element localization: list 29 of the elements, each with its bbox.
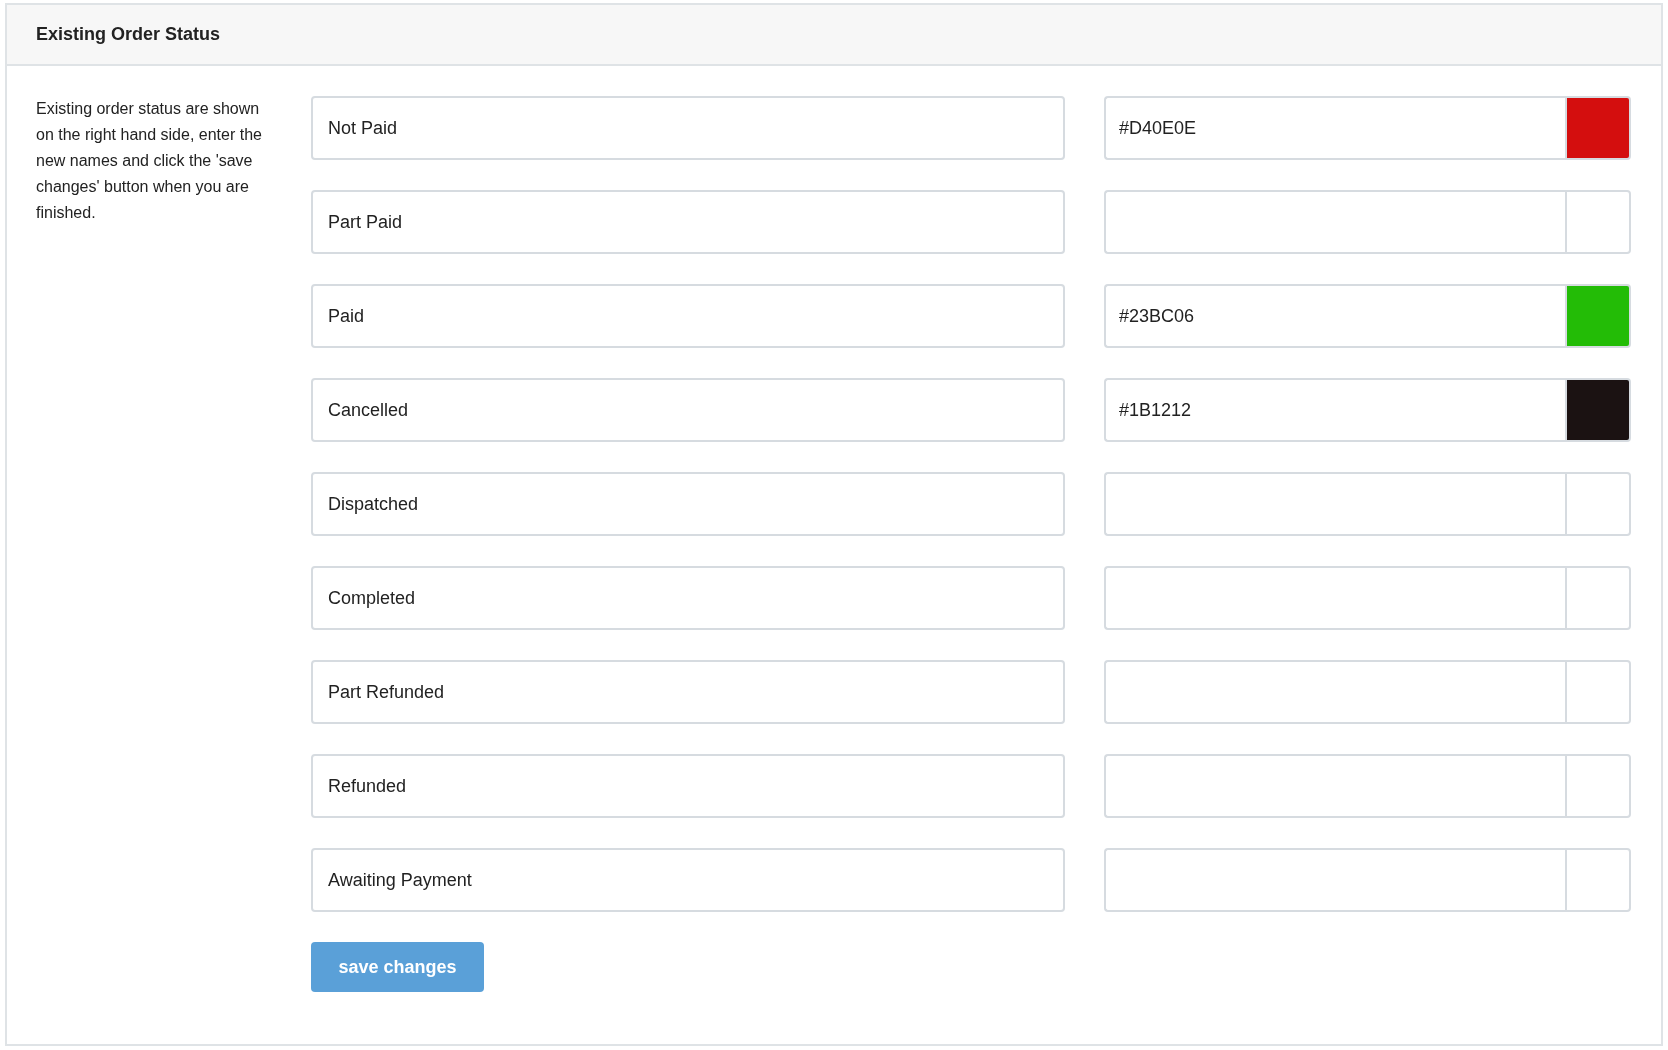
- color-input[interactable]: #23BC06: [1104, 284, 1565, 348]
- color-swatch[interactable]: [1565, 378, 1631, 442]
- status-name-input[interactable]: Refunded: [311, 754, 1065, 818]
- status-name-input[interactable]: Dispatched: [311, 472, 1065, 536]
- status-name-input[interactable]: Paid: [311, 284, 1065, 348]
- color-input[interactable]: [1104, 190, 1565, 254]
- color-swatch[interactable]: [1565, 96, 1631, 160]
- status-name-input[interactable]: Part Paid: [311, 190, 1065, 254]
- color-swatch[interactable]: [1565, 284, 1631, 348]
- color-input[interactable]: [1104, 566, 1565, 630]
- color-swatch[interactable]: [1565, 472, 1631, 536]
- color-input[interactable]: #D40E0E: [1104, 96, 1565, 160]
- color-input[interactable]: #1B1212: [1104, 378, 1565, 442]
- color-swatch[interactable]: [1565, 190, 1631, 254]
- color-input[interactable]: [1104, 848, 1565, 912]
- status-name-input[interactable]: Not Paid: [311, 96, 1065, 160]
- color-input[interactable]: [1104, 660, 1565, 724]
- color-swatch[interactable]: [1565, 754, 1631, 818]
- color-swatch[interactable]: [1565, 848, 1631, 912]
- color-swatch[interactable]: [1565, 660, 1631, 724]
- color-input[interactable]: [1104, 754, 1565, 818]
- panel-title: Existing Order Status: [36, 24, 221, 45]
- description-text: Existing order status are shown on the right hand side, enter the new names and click the 'save changes' button when you are finished.: [36, 99, 263, 223]
- status-name-input[interactable]: Cancelled: [311, 378, 1065, 442]
- color-swatch[interactable]: [1565, 566, 1631, 630]
- status-name-input[interactable]: Awaiting Payment: [311, 848, 1065, 912]
- color-input[interactable]: [1104, 472, 1565, 536]
- status-name-input[interactable]: Completed: [311, 566, 1065, 630]
- status-name-input[interactable]: Part Refunded: [311, 660, 1065, 724]
